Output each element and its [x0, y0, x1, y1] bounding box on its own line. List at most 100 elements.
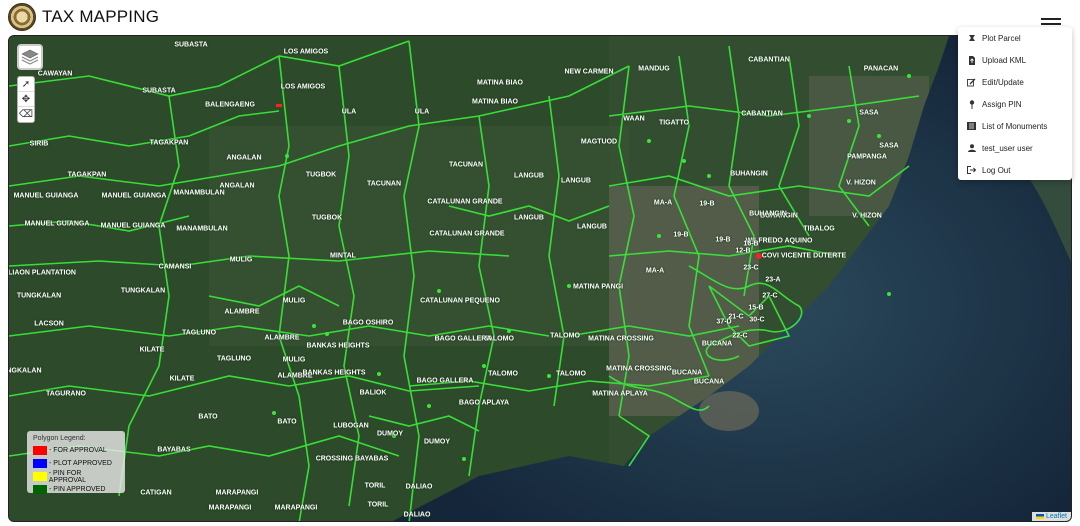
select-tool-icon[interactable]: ➚ [18, 77, 34, 92]
place-label: TUGBOK [311, 214, 343, 222]
place-label: BUHANGIN [730, 170, 768, 178]
menu-item-label: Upload KML [982, 55, 1027, 65]
menu-item-label: Plot Parcel [982, 33, 1021, 43]
place-label: MANDUG [638, 65, 670, 73]
place-label: TAGAKPAN [67, 171, 107, 179]
place-label: BANKAS HEIGHTS [302, 369, 366, 377]
place-label: MANUEL GUIANGA [100, 222, 166, 230]
place-label: ANGALAN [219, 182, 255, 190]
legend-item: - PIN FOR APPROVAL [33, 470, 119, 484]
place-label: MAGTUOD [580, 138, 618, 146]
map-view[interactable]: CAWAYAN SUBASTA SUBASTA LOS AMIGOS LOS AMIGO… [8, 35, 1072, 522]
place-label: TUGBOK [305, 171, 337, 179]
legend-label: - PLOT APPROVED [49, 460, 112, 467]
place-label: BUCANA [701, 340, 733, 348]
place-label: BATO [277, 418, 297, 426]
legend-swatch-blue [33, 459, 47, 468]
place-label: 12-B [735, 247, 751, 255]
place-label: LANGUB [514, 214, 544, 222]
place-label: 21-C [728, 313, 744, 321]
user-icon [967, 144, 976, 153]
place-label: LANGUB [561, 177, 591, 185]
place-label: CROSSING BAYABAS [315, 455, 389, 463]
place-label: SIRIB [29, 140, 49, 148]
move-tool-icon[interactable]: ✥ [18, 92, 34, 107]
place-label: MANUEL GUIANGA [24, 220, 90, 228]
place-label: LANGUB [514, 172, 544, 180]
place-label: ANGALAN [226, 154, 262, 162]
legend-item: - FOR APPROVAL [33, 444, 119, 457]
polygon-legend: Polygon Legend: - FOR APPROVAL - PLOT AP… [27, 431, 125, 496]
place-label: MATINA CROSSING [588, 335, 654, 343]
place-label: ALAMBRE [264, 334, 300, 342]
place-label: ULA [414, 108, 430, 116]
place-label: MATINA CROSSING [606, 365, 672, 373]
legend-label: - FOR APPROVAL [49, 447, 107, 454]
hamburger-menu-icon[interactable] [1041, 18, 1061, 27]
edit-icon [967, 78, 976, 87]
place-label: 19-B [699, 200, 715, 208]
list-icon [967, 122, 976, 131]
place-label: KILATE [139, 346, 165, 354]
place-label: BANKAS HEIGHTS [306, 342, 370, 350]
place-label: LUBOGAN [333, 422, 369, 430]
city-seal-logo [8, 3, 36, 31]
place-label: SUBASTA [174, 41, 208, 49]
layers-control-button[interactable] [17, 44, 43, 70]
place-label: WAAN [623, 115, 645, 123]
place-label: LACSON [34, 320, 64, 328]
place-label: LANGUB [577, 223, 607, 231]
place-label: TAGLUNO [216, 355, 252, 363]
place-label: TUNGKALAN [16, 292, 62, 300]
draw-toolbar: ➚ ✥ ⌫ [17, 76, 35, 123]
place-label: TAGAKPAN [149, 139, 189, 147]
menu-item-upload-kml[interactable]: Upload KML [958, 49, 1072, 71]
menu-item-label: Edit/Update [982, 77, 1024, 87]
place-label: MANUEL GUIANGA [101, 192, 167, 200]
place-label: TIBALOG [803, 225, 835, 233]
logout-icon [967, 166, 976, 175]
place-label: TORIL [364, 482, 386, 490]
place-label: BAYABAS [157, 446, 191, 454]
menu-item-assign-pin[interactable]: Assign PIN [958, 93, 1072, 115]
legend-item: - PIN APPROVED [33, 483, 119, 496]
menu-item-label: test_user user [982, 143, 1033, 153]
legend-swatch-red [33, 446, 47, 455]
legend-item: - PLOT APPROVED [33, 457, 119, 470]
place-label: NEW CARMEN [564, 68, 614, 76]
place-label: MATINA PANGI [572, 283, 624, 291]
place-label: 23-C [743, 264, 759, 272]
place-label: CABANTIAN [748, 56, 790, 64]
menu-item-plot-parcel[interactable]: Plot Parcel [958, 27, 1072, 49]
menu-item-list-of-monuments[interactable]: List of Monuments [958, 115, 1072, 137]
menu-item-edit-update[interactable]: Edit/Update [958, 71, 1072, 93]
place-label: CABANTIAN [741, 110, 783, 118]
place-label: TAGLUNO [181, 329, 217, 337]
place-label: MA-A [645, 267, 665, 275]
place-label: MA-A [653, 199, 673, 207]
place-label: DALIAO [405, 483, 433, 491]
place-label: CAMANSI [158, 263, 192, 271]
place-label: 23-A [765, 276, 781, 284]
upload-file-icon [967, 55, 976, 65]
legend-label: - PIN APPROVED [49, 486, 106, 493]
menu-item-user-profile[interactable]: test_user user [958, 137, 1072, 159]
place-label: 19-B [673, 231, 689, 239]
place-label: MULIG [282, 356, 306, 364]
eraser-tool-icon[interactable]: ⌫ [18, 107, 34, 122]
place-label: NGKALAN [8, 367, 42, 375]
place-label: TACUNAN [366, 180, 402, 188]
place-label: 22-C [732, 332, 748, 340]
place-label: MULIG [229, 256, 253, 264]
place-label: TORIL [367, 501, 389, 509]
legend-swatch-green [33, 485, 47, 494]
place-label: MARAPANGI [215, 489, 259, 497]
place-label: CATALUNAN GRANDE [427, 198, 503, 206]
map-plot-icon [967, 34, 976, 43]
menu-item-log-out[interactable]: Log Out [958, 159, 1072, 181]
attribution-link[interactable]: Leaflet [1046, 513, 1067, 520]
place-label: CATALUNAN PEQUENO [420, 297, 500, 305]
place-label: MINTAL [330, 252, 356, 260]
place-label: LOS AMIGOS [283, 48, 329, 56]
place-label: MARAPANGI [274, 504, 318, 512]
